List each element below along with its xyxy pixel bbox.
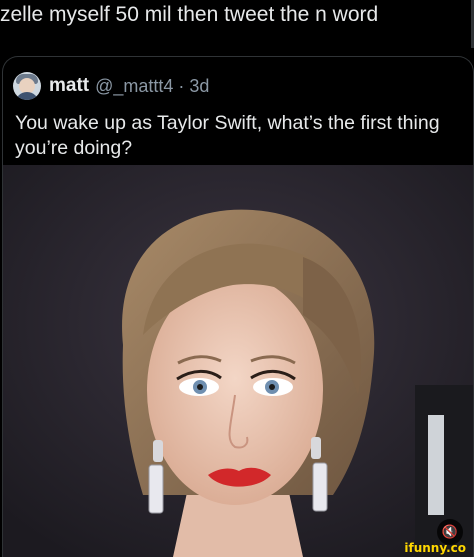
meme-caption: zelle myself 50 mil then tweet the n wor… xyxy=(0,0,474,48)
caption-text: zelle myself 50 mil then tweet the n wor… xyxy=(0,3,379,26)
portrait-illustration xyxy=(3,165,473,557)
tweet-media-image[interactable]: 🔇 xyxy=(3,165,473,557)
avatar[interactable] xyxy=(13,72,41,100)
author-name[interactable]: matt xyxy=(49,75,89,97)
ifunny-watermark: ifunny.co xyxy=(404,541,466,555)
tweet-header: matt @_mattt4 · 3d xyxy=(13,71,209,101)
author-handle-and-time: @_mattt4 · 3d xyxy=(95,75,210,96)
quoted-tweet-card[interactable]: matt @_mattt4 · 3d You wake up as Taylor… xyxy=(2,56,474,557)
tweet-text: You wake up as Taylor Swift, what’s the … xyxy=(15,112,440,159)
